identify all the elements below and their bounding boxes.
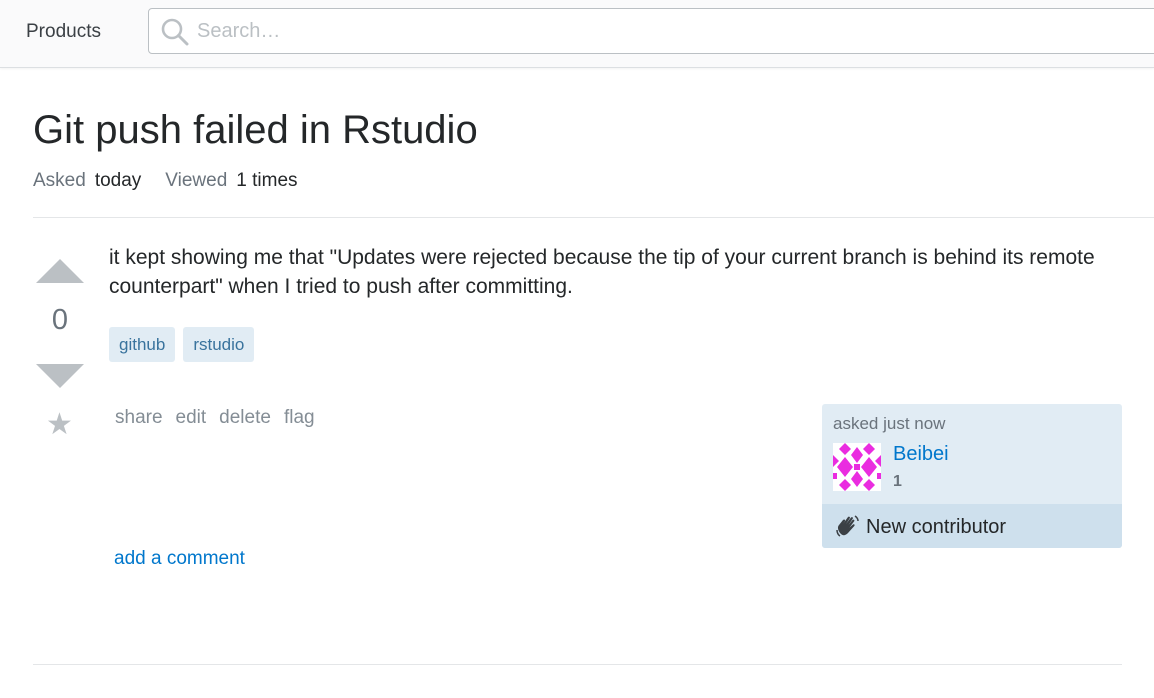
new-contributor-banner: New contributor [822,504,1122,548]
tag-github[interactable]: github [109,327,176,362]
tag-rstudio[interactable]: rstudio [183,327,255,362]
waving-hand-icon [836,515,859,537]
header-divider [33,217,1154,218]
new-contributor-label[interactable]: New contributor [866,516,1006,539]
add-comment-link[interactable]: add a comment [114,548,245,570]
post-menu: share edit delete flag [115,407,315,429]
user-reputation: 1 [893,473,902,490]
asked-label: Asked [33,170,86,191]
products-label: Products [26,21,101,42]
avatar[interactable] [833,443,881,491]
edit-link[interactable]: edit [176,407,207,429]
viewed-info: Viewed 1 times [165,170,297,192]
user-name[interactable]: Beibei [893,443,949,466]
asked-time: asked just now [833,414,946,433]
share-link[interactable]: share [115,407,163,429]
question-meta: Asked today Viewed 1 times [33,170,298,192]
flag-link[interactable]: flag [284,407,315,429]
vote-count: 0 [51,304,69,336]
viewed-label: Viewed [165,170,228,191]
delete-link[interactable]: delete [219,407,271,429]
tag-list: github rstudio [109,327,255,362]
arrow-up-icon[interactable] [36,259,84,283]
asked-value: today [94,170,142,191]
search-input[interactable] [197,17,1097,45]
footer-divider [33,664,1122,665]
arrow-down-icon[interactable] [36,364,84,388]
owner-card: asked just now Beibei 1 New contributor [822,404,1122,548]
search-icon [161,18,189,46]
question-title[interactable]: Git push failed in Rstudio [33,104,478,156]
viewed-value: 1 times [236,170,298,191]
asked-info: Asked today [33,170,141,192]
products-menu[interactable]: Products [14,10,113,54]
search-box[interactable] [148,8,1154,54]
star-icon[interactable]: ★ [46,408,73,442]
top-bar: Products [0,0,1154,68]
question-body: it kept showing me that "Updates were re… [109,246,1095,298]
